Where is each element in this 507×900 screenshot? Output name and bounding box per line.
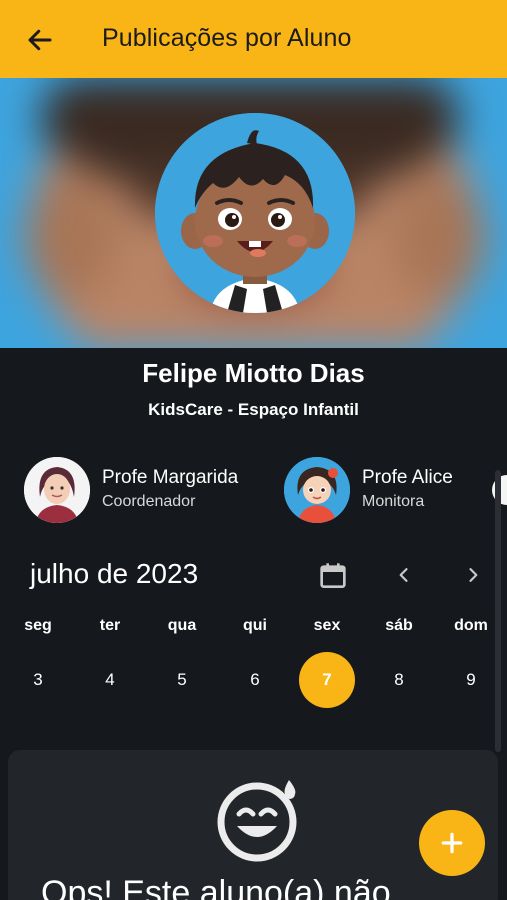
girl-avatar-icon [284, 457, 350, 523]
calendar-picker-button[interactable] [312, 556, 354, 596]
staff-item-alice[interactable]: Profe Alice Monitora [284, 455, 484, 525]
school-name: KidsCare - Espaço Infantil [148, 400, 359, 419]
day-cell[interactable]: 8 [371, 652, 427, 708]
add-publication-button[interactable] [419, 810, 485, 876]
weekday-label: ter [99, 617, 121, 634]
empty-state-message: Ops! Este aluno(a) não [41, 874, 391, 900]
weekday-label: dom [454, 617, 488, 634]
previous-week-button[interactable] [388, 558, 420, 592]
next-week-button[interactable] [457, 558, 489, 592]
day-cell-selected[interactable]: 7 [299, 652, 355, 708]
day-cell[interactable]: 4 [82, 652, 138, 708]
plus-icon [441, 832, 463, 854]
staff-role: Coordenador [102, 493, 196, 510]
scrollbar[interactable] [495, 470, 501, 752]
chevron-left-icon [399, 568, 408, 582]
weekday-label: seg [24, 617, 52, 634]
day-cell[interactable]: 6 [227, 652, 283, 708]
student-name: Felipe Miotto Dias [142, 358, 365, 388]
staff-item-margarida[interactable]: Profe Margarida Coordenador [24, 455, 274, 525]
page-title: Publicações por Aluno [102, 24, 352, 52]
smile-sweat-icon [217, 780, 297, 862]
student-avatar-illustration [155, 113, 355, 313]
staff-avatar [284, 457, 350, 523]
day-cell[interactable]: 9 [443, 652, 499, 708]
student-avatar[interactable] [155, 113, 355, 313]
chevron-right-icon [469, 568, 478, 582]
staff-name: Profe Alice [362, 467, 453, 488]
back-button[interactable] [20, 20, 60, 60]
weekday-label: sáb [385, 617, 413, 634]
staff-role: Monitora [362, 493, 425, 510]
staff-avatar [24, 457, 90, 523]
weekday-label: qua [167, 617, 197, 634]
month-label: julho de 2023 [30, 558, 199, 589]
day-cell[interactable]: 3 [10, 652, 66, 708]
staff-list[interactable]: Profe Margarida Coordenador Profe Alice … [0, 455, 507, 525]
woman-avatar-icon [24, 457, 90, 523]
weekday-label: sex [313, 617, 341, 634]
weekday-label: qui [243, 617, 267, 634]
app-bar: Publicações por Aluno [0, 0, 507, 78]
calendar-icon [320, 563, 346, 588]
day-cell[interactable]: 5 [154, 652, 210, 708]
arrow-left-icon [28, 29, 52, 51]
staff-name: Profe Margarida [102, 467, 239, 488]
